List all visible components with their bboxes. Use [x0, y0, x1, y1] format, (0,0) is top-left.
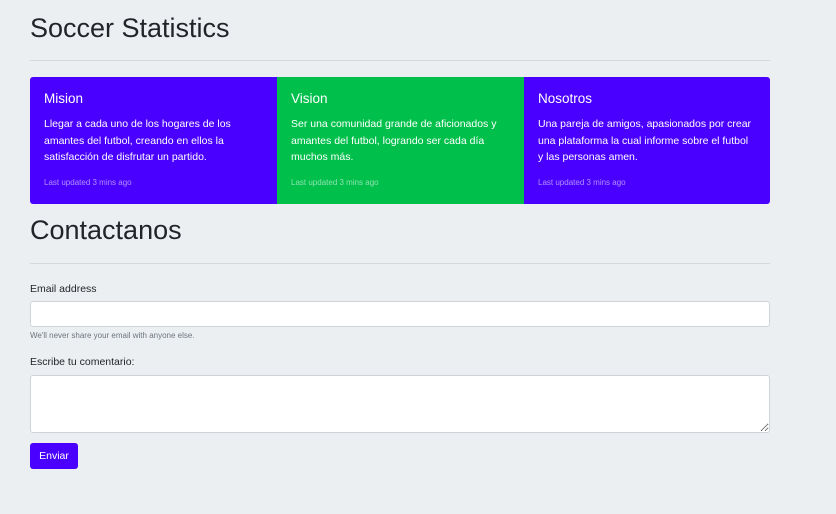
- email-help-text: We'll never share your email with anyone…: [30, 331, 195, 340]
- card-vision: Vision Ser una comunidad grande de afici…: [277, 77, 524, 204]
- card-footer: Last updated 3 mins ago: [538, 178, 626, 187]
- title-divider: [30, 60, 770, 61]
- comment-textarea[interactable]: [30, 375, 770, 433]
- card-footer: Last updated 3 mins ago: [291, 178, 379, 187]
- email-label: Email address: [30, 283, 97, 295]
- card-nosotros: Nosotros Una pareja de amigos, apasionad…: [524, 77, 770, 204]
- contact-title: Contactanos: [30, 215, 182, 245]
- card-footer: Last updated 3 mins ago: [44, 178, 132, 187]
- card-text: Ser una comunidad grande de aficionados …: [291, 118, 497, 164]
- card-text: Una pareja de amigos, apasionados por cr…: [538, 118, 752, 164]
- contact-divider: [30, 263, 770, 264]
- card-mision: Mision Llegar a cada uno de los hogares …: [30, 77, 277, 204]
- comment-label: Escribe tu comentario:: [30, 356, 135, 368]
- card-text: Llegar a cada uno de los hogares de los …: [44, 118, 231, 164]
- page-title: Soccer Statistics: [30, 13, 230, 43]
- card-title: Nosotros: [538, 91, 593, 106]
- card-group: Mision Llegar a cada uno de los hogares …: [30, 77, 770, 204]
- card-title: Vision: [291, 91, 328, 106]
- email-input[interactable]: [30, 301, 770, 327]
- submit-button[interactable]: Enviar: [30, 443, 78, 469]
- card-title: Mision: [44, 91, 84, 106]
